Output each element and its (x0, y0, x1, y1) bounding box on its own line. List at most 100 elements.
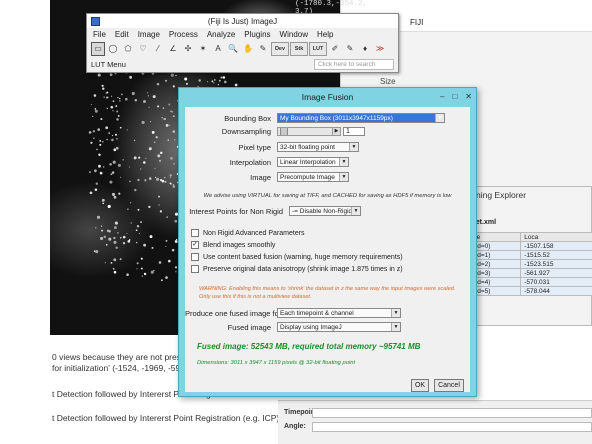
downsampling-slider[interactable]: ▶ (277, 127, 341, 136)
tool-lut-button[interactable]: LUT (309, 41, 327, 56)
table-row[interactable]: 2(id=2) -1523.515 (465, 259, 592, 269)
imagej-titlebar[interactable]: (Fiji Is Just) ImageJ (87, 14, 398, 28)
cell-speckle (168, 259, 171, 263)
content-based-fusion-checkbox[interactable]: Use content based fusion (warning, huge … (191, 253, 403, 261)
table-row[interactable]: 5(id=5) -578.044 (465, 286, 592, 296)
cell-speckle (129, 180, 131, 183)
wand-tool-icon[interactable]: ✶ (196, 42, 210, 56)
cell-speckle (94, 188, 98, 191)
cell-speckle (140, 168, 142, 170)
close-icon[interactable]: ✕ (465, 92, 472, 101)
checkbox-box[interactable] (191, 265, 199, 273)
tool-dev-button[interactable]: Dev (271, 41, 289, 56)
cell-speckle (117, 163, 121, 167)
cell-speckle (165, 276, 168, 279)
menu-edit[interactable]: Edit (115, 30, 129, 39)
tool-stk-button[interactable]: Stk (290, 41, 308, 56)
menu-plugins[interactable]: Plugins (244, 30, 270, 39)
minimize-icon[interactable]: – (440, 92, 444, 101)
cell-speckle (124, 97, 128, 101)
cell-speckle (170, 156, 173, 160)
table-row[interactable]: 0(id=0) -1507.158 (465, 241, 592, 251)
menu-analyze[interactable]: Analyze (207, 30, 235, 39)
location-cell: -570.031 (520, 277, 592, 287)
menu-help[interactable]: Help (317, 30, 333, 39)
table-row[interactable]: 1(id=1) -1515.52 (465, 250, 592, 260)
menu-image[interactable]: Image (138, 30, 160, 39)
cell-speckle (164, 118, 167, 120)
checkbox-box[interactable] (191, 229, 199, 237)
angle-field[interactable] (312, 422, 592, 432)
interpolation-select[interactable]: Linear Interpolation ▼ (277, 157, 349, 167)
image-fusion-dialog: Image Fusion – □ ✕ Bounding Box My Bound… (178, 87, 477, 397)
cell-speckle (164, 176, 166, 179)
bounding-box-label: Bounding Box (224, 113, 271, 123)
dialog-titlebar[interactable]: Image Fusion – □ ✕ (179, 88, 476, 106)
preserve-anisotropy-checkbox[interactable]: Preserve original data anisotropy (shrin… (191, 265, 403, 273)
point-tool-icon[interactable]: ✣ (181, 42, 195, 56)
cell-speckle (156, 177, 160, 181)
non-rigid-advanced-checkbox[interactable]: Non Rigid Advanced Parameters (191, 229, 305, 237)
line-tool-icon[interactable]: ⁄ (151, 42, 165, 56)
cell-speckle (211, 80, 214, 83)
rectangle-tool-icon[interactable]: ▭ (91, 41, 105, 56)
table-header-location[interactable]: Loca (520, 232, 592, 242)
slider-thumb[interactable] (280, 128, 288, 135)
menu-process[interactable]: Process (169, 30, 198, 39)
bounding-box-select[interactable]: My Bounding Box (3011x3947x1159px) ▼ (277, 113, 445, 123)
cell-speckle (108, 230, 111, 233)
polygon-tool-icon[interactable]: ⬠ (121, 42, 135, 56)
image-label: Image (250, 172, 271, 182)
table-row[interactable]: 3(id=3) -561.927 (465, 268, 592, 278)
checkbox-box[interactable] (191, 253, 199, 261)
cell-speckle (109, 73, 113, 76)
chevron-down-icon: ▼ (339, 173, 348, 181)
cell-speckle (134, 99, 138, 102)
cell-speckle (148, 177, 152, 180)
magnifier-tool-icon[interactable]: 🔍 (226, 42, 240, 56)
hand-tool-icon[interactable]: ✋ (241, 42, 255, 56)
cell-speckle (172, 85, 175, 88)
cell-speckle (115, 246, 118, 250)
cancel-button[interactable]: Cancel (434, 379, 464, 392)
menu-file[interactable]: File (93, 30, 106, 39)
search-input[interactable]: Click here to search (314, 58, 394, 70)
cell-speckle (151, 246, 154, 249)
cell-speckle (115, 105, 118, 108)
table-row[interactable]: 4(id=4) -570.031 (465, 277, 592, 287)
oval-tool-icon[interactable]: ◯ (106, 42, 120, 56)
cell-speckle (218, 79, 221, 82)
checkbox-box[interactable]: ✓ (191, 241, 199, 249)
ok-button[interactable]: OK (411, 379, 429, 392)
brush-tool-icon[interactable]: ✎ (343, 42, 357, 56)
cell-speckle (213, 78, 216, 81)
text-tool-icon[interactable]: A (211, 42, 225, 56)
checkbox-label: Blend images smoothly (203, 241, 276, 249)
pencil-tool-icon[interactable]: ✐ (328, 42, 342, 56)
fiji-folder-bar[interactable]: FIJI (400, 12, 592, 32)
pixel-type-select[interactable]: 32-bit floating point ▼ (277, 142, 359, 152)
dialog-title: Image Fusion (301, 92, 354, 102)
produce-select[interactable]: Each timepoint & channel ▼ (277, 308, 401, 318)
timepoint-field[interactable] (312, 408, 592, 418)
cell-speckle (153, 269, 155, 272)
dropper-tool-icon[interactable]: ✎ (256, 42, 270, 56)
image-select[interactable]: Precompute Image ▼ (277, 172, 349, 182)
interest-points-select[interactable]: -= Disable Non-Rigid =- ▼ (289, 206, 361, 216)
downsampling-field[interactable]: 1 (343, 127, 365, 136)
cell-speckle (105, 126, 109, 130)
cell-speckle (149, 235, 153, 239)
angle-tool-icon[interactable]: ∠ (166, 42, 180, 56)
more-tools-icon[interactable]: ≫ (373, 42, 387, 56)
fused-image-select[interactable]: Display using ImageJ ▼ (277, 322, 401, 332)
menu-window[interactable]: Window (280, 30, 308, 39)
freehand-tool-icon[interactable]: ♡ (136, 42, 150, 56)
cell-speckle (129, 75, 133, 79)
slider-right-arrow-icon[interactable]: ▶ (332, 128, 340, 135)
flood-fill-icon[interactable]: ♦ (358, 42, 372, 56)
tile-table: Tile Loca 0(id=0)-1507.1581(id=1)-1515.5… (465, 232, 592, 296)
blend-smoothly-checkbox[interactable]: ✓ Blend images smoothly (191, 241, 275, 249)
cell-speckle (119, 126, 122, 129)
maximize-icon[interactable]: □ (452, 92, 457, 101)
cell-speckle (122, 241, 126, 245)
